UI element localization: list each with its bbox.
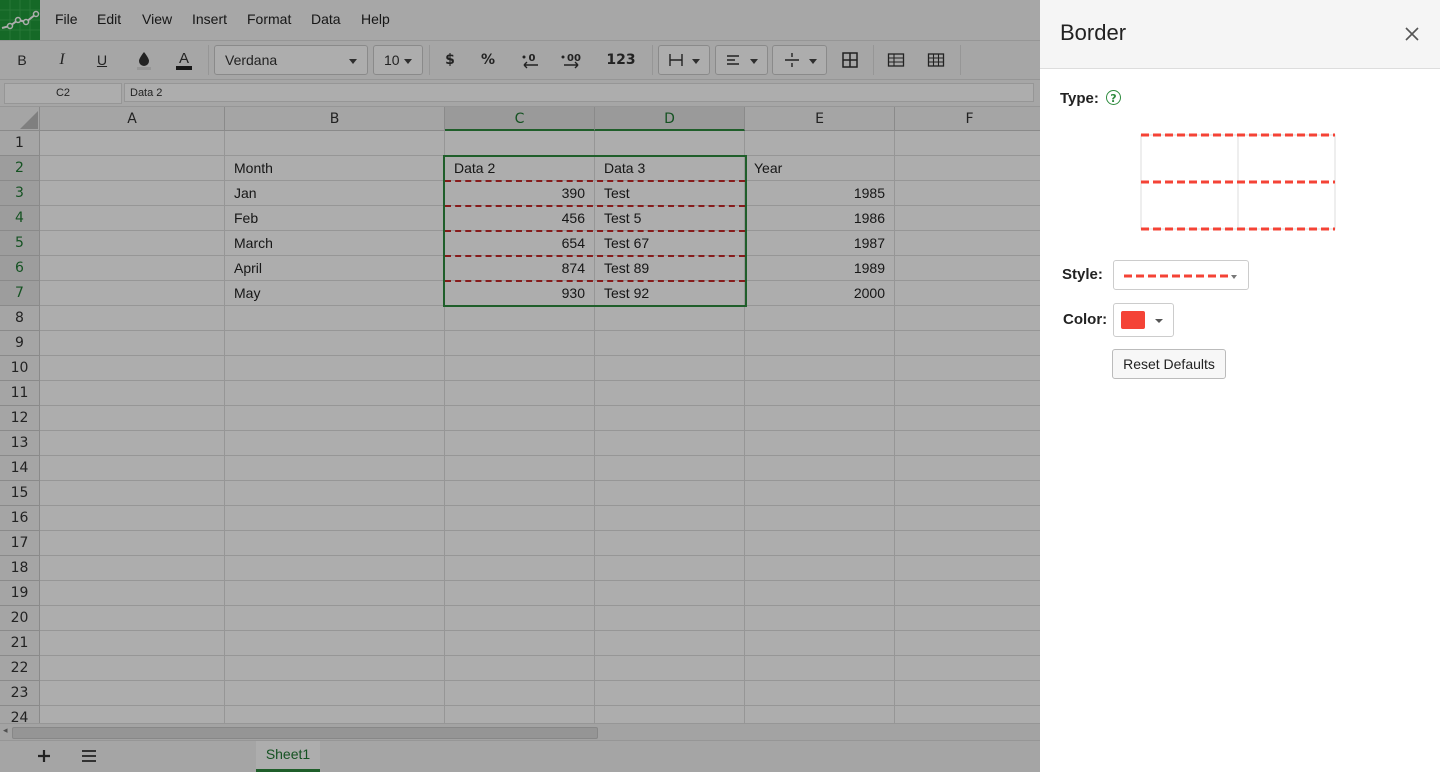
modal-overlay[interactable]	[0, 0, 1040, 772]
chevron-down-icon	[1231, 275, 1237, 279]
dashed-line-icon	[1124, 274, 1230, 278]
help-icon[interactable]: ?	[1106, 90, 1121, 105]
panel-title: Border	[1060, 20, 1127, 45]
type-label: Type:	[1060, 90, 1099, 107]
border-style-select[interactable]	[1113, 260, 1249, 290]
border-panel: Border	[1040, 0, 1440, 772]
border-color-picker[interactable]	[1113, 303, 1174, 337]
reset-defaults-button[interactable]: Reset Defaults	[1112, 349, 1226, 379]
color-swatch	[1121, 311, 1145, 329]
style-label: Style:	[1062, 266, 1103, 283]
color-label: Color:	[1063, 311, 1108, 328]
border-preview-diagram	[1140, 133, 1336, 231]
chevron-down-icon	[1155, 319, 1163, 323]
close-icon	[1405, 27, 1419, 41]
border-type-preview[interactable]	[1140, 131, 1336, 231]
close-button[interactable]	[1400, 22, 1424, 46]
spreadsheet-app: File Edit View Insert Format Data Help B…	[0, 0, 1040, 772]
panel-header: Border	[1040, 0, 1440, 69]
